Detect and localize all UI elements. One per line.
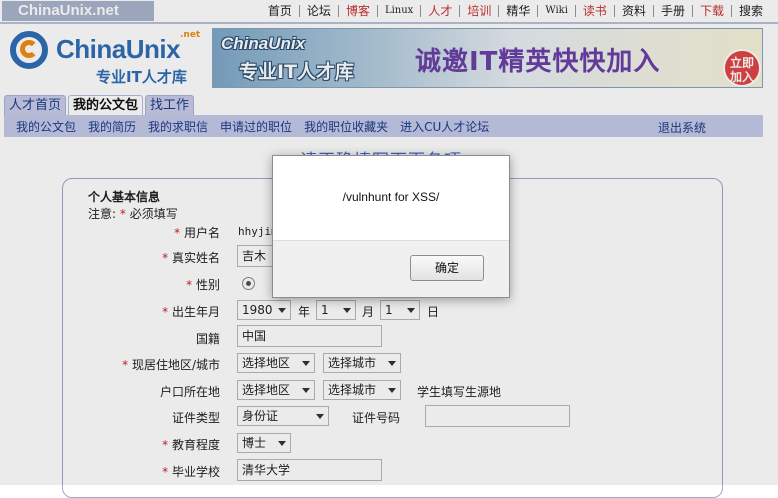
alert-dialog: /vulnhunt for XSS/ 确定 — [272, 155, 510, 298]
alert-message: /vulnhunt for XSS/ — [342, 190, 440, 204]
alert-footer: 确定 — [273, 240, 509, 297]
ok-button[interactable]: 确定 — [410, 255, 484, 281]
